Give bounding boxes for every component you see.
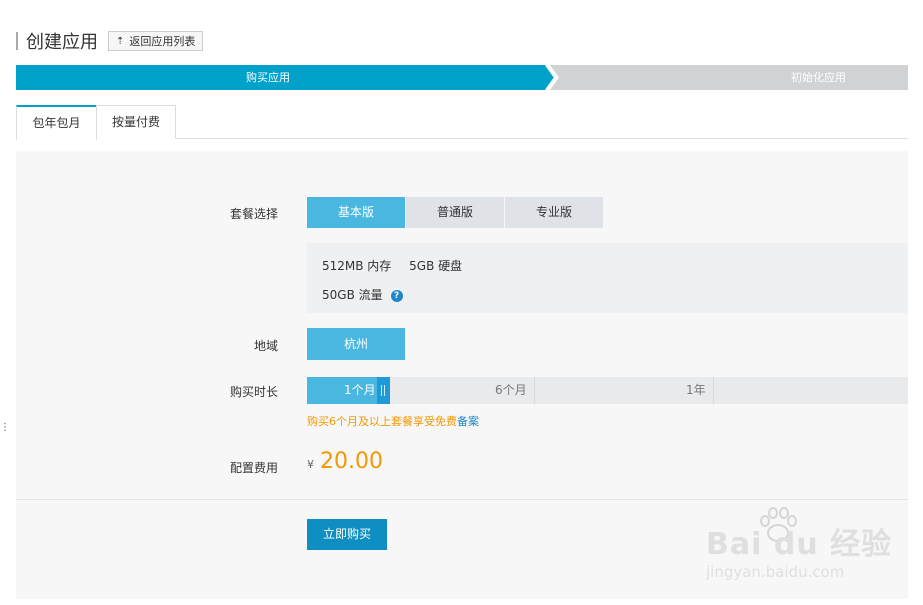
step-2-bar — [550, 65, 908, 90]
promo-note: 购买6个月及以上套餐享受免费备案 — [307, 413, 479, 429]
tab-annual-monthly[interactable]: 包年包月 — [16, 105, 97, 140]
disk-spec: 5GB 硬盘 — [409, 259, 463, 273]
price-display: ¥ 20.00 — [307, 449, 383, 474]
step-buy-app: 购买应用 — [246, 71, 290, 84]
region-hangzhou-button[interactable]: 杭州 — [307, 328, 405, 360]
package-label: 套餐选择 — [229, 207, 278, 221]
billing-tabs: 包年包月 按量付费 — [16, 105, 908, 140]
tab-pay-as-you-go[interactable]: 按量付费 — [96, 105, 176, 139]
traffic-spec-row: 50GB 流量? — [322, 286, 417, 303]
package-standard-button[interactable]: 普通版 — [406, 197, 504, 228]
title-bar: 创建应用 ⇡ 返回应用列表 — [16, 28, 204, 54]
edge-glyph: ⋮ — [0, 422, 10, 433]
promo-text: 购买6个月及以上套餐享受免费 — [307, 415, 457, 428]
duration-6-months[interactable]: 6个月 — [495, 377, 527, 404]
traffic-spec: 50GB 流量 — [322, 288, 383, 302]
title-accent-bar — [16, 32, 18, 50]
watermark-logo: Bai du 经验 — [706, 527, 893, 562]
step-arrows — [16, 65, 908, 90]
back-to-app-list-button[interactable]: ⇡ 返回应用列表 — [108, 31, 204, 51]
upload-arrow-icon: ⇡ — [116, 35, 125, 47]
divider — [16, 499, 908, 500]
currency-symbol: ¥ — [307, 458, 314, 471]
duration-label: 购买时长 — [229, 385, 278, 399]
package-options: 基本版 普通版 专业版 — [307, 197, 604, 228]
memory-spec: 512MB 内存 — [322, 259, 392, 273]
filing-link[interactable]: 备案 — [457, 415, 479, 428]
price-label: 配置费用 — [229, 461, 278, 475]
page-title: 创建应用 — [26, 32, 98, 53]
buy-now-button[interactable]: 立即购买 — [307, 519, 387, 550]
step-progress: 购买应用 初始化应用 — [16, 65, 908, 90]
package-details: 512MB 内存 5GB 硬盘 50GB 流量? — [307, 243, 908, 313]
slider-tick — [713, 377, 714, 404]
region-label: 地域 — [253, 339, 278, 353]
duration-1-year[interactable]: 1年 — [686, 377, 706, 404]
watermark-url: jingyan.baidu.com — [706, 563, 845, 581]
slider-tick — [534, 377, 535, 404]
price-amount: 20.00 — [320, 449, 383, 474]
back-button-label: 返回应用列表 — [129, 35, 196, 48]
slider-handle[interactable] — [377, 377, 390, 404]
package-specs: 512MB 内存 5GB 硬盘 — [322, 257, 476, 274]
step-init-app: 初始化应用 — [791, 71, 846, 84]
watermark: Bai du 经验 jingyan.baidu.com — [706, 505, 896, 590]
package-basic-button[interactable]: 基本版 — [307, 197, 405, 228]
help-icon[interactable]: ? — [390, 289, 403, 302]
duration-1-month[interactable]: 1个月 — [344, 377, 376, 404]
duration-slider[interactable]: 1个月 6个月 1年 — [307, 377, 908, 404]
package-pro-button[interactable]: 专业版 — [505, 197, 603, 228]
